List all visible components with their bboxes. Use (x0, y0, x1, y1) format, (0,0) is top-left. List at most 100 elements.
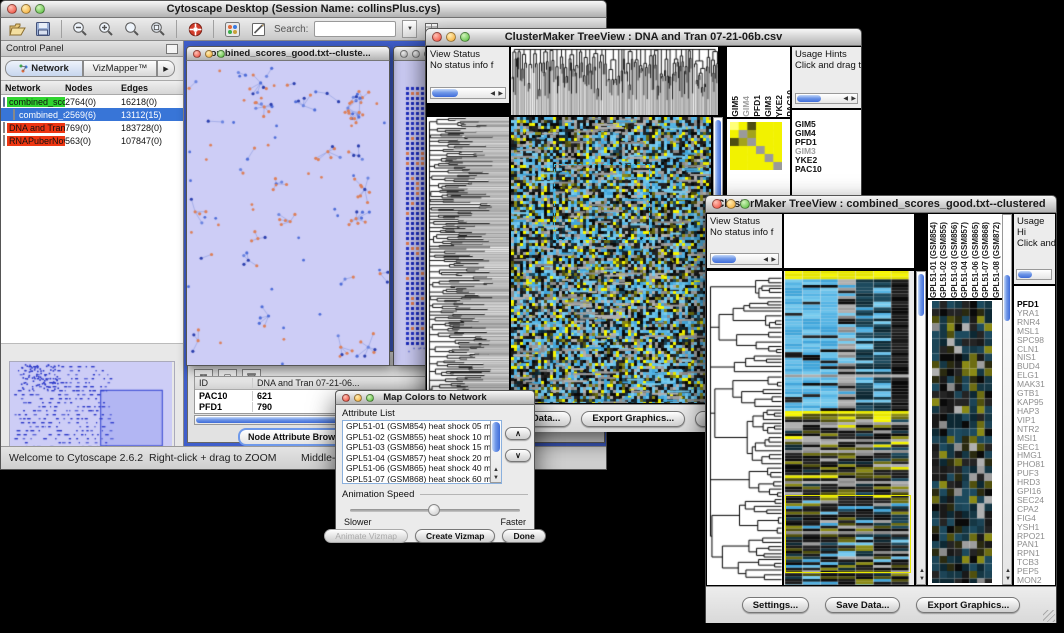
usage-hints-scrollbar[interactable]: ◀ ▶ (795, 93, 858, 104)
similarity-matrix-canvas[interactable] (730, 122, 782, 170)
move-up-button[interactable]: ∧ (505, 427, 531, 440)
attribute-list[interactable]: GPL51-01 (GSM854) heat shock 05 minGPL51… (342, 420, 502, 484)
network-canvas-1[interactable] (186, 61, 390, 366)
column-label[interactable]: PFD1 (752, 95, 762, 117)
arrow-left-icon[interactable]: ◀ (843, 96, 848, 102)
treeview1-heatmap[interactable] (511, 117, 711, 403)
column-label[interactable]: GPL51-08 (GSM872) (992, 222, 1002, 298)
zoom-out-button[interactable] (70, 20, 90, 38)
attribute-list-item[interactable]: GPL51-03 (GSM856) heat shock 15 min (343, 442, 501, 453)
float-panel-icon[interactable] (166, 44, 178, 54)
attribute-list-item[interactable]: GPL51-07 (GSM868) heat shock 60 min (343, 474, 501, 485)
create-vizmap-button[interactable]: Create Vizmap (415, 529, 495, 543)
column-label[interactable]: GPL51-07 (GSM868) (981, 222, 991, 298)
open-session-button[interactable] (7, 20, 27, 38)
arrow-down-icon[interactable]: ▼ (1005, 576, 1011, 582)
attribute-list-item[interactable]: GPL51-04 (GSM857) heat shock 20 min (343, 453, 501, 464)
treeview2-title-bar[interactable]: ClusterMaker TreeView : combined_scores_… (705, 195, 1057, 213)
tab-overflow-button[interactable]: ▶ (157, 60, 175, 77)
gene-label[interactable]: PAC10 (795, 165, 861, 174)
scrollbar-thumb[interactable] (797, 95, 821, 102)
tab-network[interactable]: Network (5, 60, 83, 77)
treeview2-heatmap[interactable] (784, 271, 914, 585)
minimize-button[interactable] (354, 394, 362, 402)
network-graph-canvas[interactable] (187, 61, 389, 365)
col-edges[interactable]: Edges (121, 83, 183, 93)
arrow-down-icon[interactable]: ▼ (493, 475, 499, 481)
treeview-action-button[interactable]: Save Data... (825, 597, 900, 613)
zoom-in-button[interactable] (96, 20, 116, 38)
column-label[interactable]: GPL51-04 (GSM857) (960, 222, 970, 298)
attribute-list-scrollbar[interactable]: ▲ ▼ (490, 421, 501, 483)
zoom-button[interactable] (460, 32, 470, 42)
animation-speed-slider-thumb[interactable] (428, 504, 440, 516)
network-table-row[interactable]: combined_scores 2764(0) 16218(0) (1, 95, 183, 108)
zoom-button[interactable] (740, 199, 750, 209)
treeview2-zoom-panel[interactable] (928, 300, 1002, 585)
dialog-title-bar[interactable]: Map Colors to Network (335, 390, 535, 405)
minimize-button[interactable] (205, 50, 213, 58)
move-down-button[interactable]: ∨ (505, 449, 531, 462)
network-table-row[interactable]: combined_sco 2569(6) 13112(15) (1, 108, 183, 121)
scrollbar-thumb[interactable] (712, 255, 736, 263)
treeview2-vscrollbar[interactable]: ▲ ▼ (916, 271, 926, 585)
treeview-action-button[interactable]: Export Graphics... (916, 597, 1020, 613)
view-status-scrollbar[interactable]: ◀ ▶ (430, 87, 506, 99)
scrollbar-thumb[interactable] (1018, 271, 1032, 278)
window-controls[interactable] (193, 50, 225, 58)
attribute-list-item[interactable]: GPL51-01 (GSM854) heat shock 05 min (343, 421, 501, 432)
node-attribute-browser-button[interactable]: Node Attribute Brows (238, 428, 350, 446)
search-input[interactable] (314, 21, 396, 37)
window-controls[interactable] (432, 32, 470, 42)
row-dendrogram-canvas[interactable] (427, 117, 509, 403)
scrollbar-thumb[interactable] (1004, 275, 1010, 321)
minimize-button[interactable] (726, 199, 736, 209)
col-network[interactable]: Network (1, 83, 65, 93)
network-table-header[interactable]: Network Nodes Edges (1, 80, 183, 95)
tab-vizmapper[interactable]: VizMapper™ (83, 60, 157, 77)
column-label[interactable]: GIM5 (730, 96, 740, 117)
close-button[interactable] (432, 32, 442, 42)
close-button[interactable] (712, 199, 722, 209)
window-controls[interactable] (342, 394, 374, 402)
zoom-selected-button[interactable] (148, 20, 168, 38)
treeview2-labels-scrollbar[interactable]: ▲ ▼ (1002, 214, 1012, 585)
treeview-action-button[interactable]: Export Graphics... (581, 411, 685, 427)
resize-grip[interactable] (1043, 610, 1055, 622)
close-button[interactable] (193, 50, 201, 58)
attribute-list-item[interactable]: GPL51-02 (GSM855) heat shock 10 min (343, 432, 501, 443)
annotation-icon[interactable] (248, 20, 268, 38)
column-label[interactable]: GPL51-02 (GSM855) (939, 222, 949, 298)
arrow-down-icon[interactable]: ▼ (919, 576, 925, 582)
main-title-bar[interactable]: Cytoscape Desktop (Session Name: collins… (0, 0, 607, 18)
arrow-up-icon[interactable]: ▲ (493, 467, 499, 473)
done-button[interactable]: Done (502, 529, 545, 543)
column-label[interactable]: YKE2 (774, 95, 784, 117)
treeview-action-button[interactable]: Settings... (742, 597, 809, 613)
view-status-scrollbar[interactable]: ◀ ▶ (710, 253, 779, 265)
close-button[interactable] (400, 50, 408, 58)
search-dropdown-arrow[interactable]: ▼ (402, 20, 417, 38)
scrollbar-thumb[interactable] (918, 274, 924, 316)
heatmap-canvas[interactable] (511, 117, 711, 403)
arrow-up-icon[interactable]: ▲ (1005, 568, 1011, 574)
treeview1-row-dendrogram[interactable] (427, 117, 509, 403)
help-button[interactable] (185, 20, 205, 38)
minimize-button[interactable] (412, 50, 420, 58)
treeview1-column-dendrogram[interactable] (511, 47, 718, 115)
vizmapper-icon[interactable] (222, 20, 242, 38)
column-label[interactable]: GPL51-06 (GSM865) (971, 222, 981, 298)
close-button[interactable] (7, 4, 17, 14)
save-session-button[interactable] (33, 20, 53, 38)
network-window1-title-bar[interactable]: combined_scores_good.txt--cluste... (186, 46, 390, 61)
network-table-row[interactable]: RNAPuberNov2+ 563(0) 107847(0) (1, 134, 183, 147)
animate-vizmap-button[interactable]: Animate Vizmap (324, 529, 408, 543)
arrow-left-icon[interactable]: ◀ (490, 91, 495, 97)
column-label[interactable]: PAC10 (785, 90, 790, 117)
gene-label[interactable]: MON2 (1017, 576, 1055, 585)
window-controls[interactable] (7, 4, 45, 14)
col-nodes[interactable]: Nodes (65, 83, 121, 93)
zoom-button[interactable] (366, 394, 374, 402)
col-id[interactable]: ID (195, 378, 253, 388)
minimize-button[interactable] (446, 32, 456, 42)
